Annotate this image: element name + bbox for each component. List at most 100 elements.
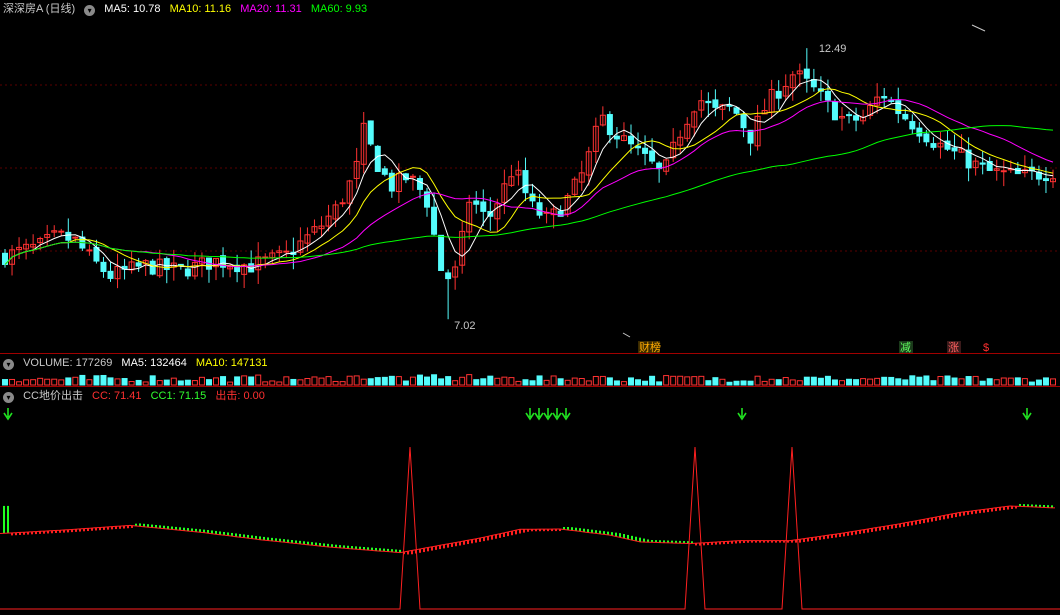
volume-bar bbox=[810, 376, 817, 386]
cc-panel[interactable]: ▾ CC地价出击 CC: 71.41 CC1: 71.15 出击: 0.00 bbox=[0, 387, 1060, 615]
candle-body bbox=[909, 121, 916, 130]
candle-body bbox=[100, 261, 107, 273]
ma-line-ma60 bbox=[4, 125, 1054, 265]
volume-bar bbox=[944, 375, 951, 386]
arrow-down-icon bbox=[1022, 408, 1032, 421]
volume-bar bbox=[1035, 379, 1042, 386]
volume-bar bbox=[627, 377, 634, 386]
candle-body bbox=[65, 231, 72, 241]
cc-chart[interactable] bbox=[0, 387, 1060, 615]
volume-bar bbox=[874, 377, 881, 386]
volume-bar bbox=[114, 378, 121, 386]
collapse-toggle-icon[interactable]: ▾ bbox=[3, 392, 14, 403]
volume-bar bbox=[599, 375, 606, 386]
volume-ma10-label: MA10: 147131 bbox=[195, 357, 268, 369]
volume-bar bbox=[592, 375, 599, 386]
volume-bar bbox=[768, 378, 775, 386]
candle-body bbox=[881, 95, 888, 99]
volume-bar bbox=[726, 381, 733, 386]
candle-body bbox=[923, 133, 930, 143]
candle-body bbox=[1000, 170, 1007, 173]
low-pointer bbox=[622, 332, 631, 338]
volume-bar bbox=[1000, 377, 1007, 386]
volume-bar bbox=[262, 381, 269, 386]
arrow-down-icon bbox=[543, 408, 553, 421]
volume-bar bbox=[951, 377, 958, 386]
candle-body bbox=[649, 150, 656, 162]
candle-body bbox=[107, 270, 114, 279]
volume-bar bbox=[909, 375, 916, 386]
volume-bar bbox=[705, 380, 712, 386]
candle-body bbox=[367, 120, 374, 145]
event-s-label[interactable]: $ bbox=[983, 342, 989, 353]
price-chart[interactable]: 12.49 7.02 财榜 减 涨 $ bbox=[0, 0, 1060, 353]
volume-bar bbox=[311, 376, 318, 386]
candle-body bbox=[473, 200, 480, 205]
volume-bar bbox=[128, 381, 135, 386]
volume-bar bbox=[276, 381, 283, 386]
candle-body bbox=[853, 115, 860, 121]
candle-body bbox=[522, 170, 529, 194]
candle-body bbox=[381, 168, 388, 175]
volume-bar bbox=[585, 380, 592, 386]
volume-bar bbox=[494, 377, 501, 386]
candle-body bbox=[72, 236, 79, 239]
volume-bar bbox=[1028, 381, 1035, 386]
candle-body bbox=[831, 101, 838, 121]
volume-bar bbox=[220, 376, 227, 386]
collapse-toggle-icon[interactable]: ▾ bbox=[3, 359, 14, 370]
volume-bar bbox=[367, 378, 374, 386]
price-panel[interactable]: 深深房A (日线) ▾ MA5: 10.78 MA10: 11.16 MA20:… bbox=[0, 0, 1060, 354]
candle-body bbox=[135, 262, 142, 267]
volume-bar bbox=[754, 375, 761, 386]
volume-bar bbox=[381, 376, 388, 386]
volume-bar bbox=[51, 378, 58, 386]
candle-body bbox=[803, 68, 810, 79]
volume-panel[interactable]: ▾ VOLUME: 177269 MA5: 132464 MA10: 14713… bbox=[0, 354, 1060, 387]
candle-body bbox=[149, 260, 156, 275]
candle-body bbox=[86, 249, 93, 252]
volume-bar bbox=[156, 380, 163, 386]
candle-body bbox=[747, 129, 754, 144]
volume-bar bbox=[543, 379, 550, 386]
volume-bar bbox=[979, 380, 986, 386]
arrow-down-icon bbox=[561, 408, 571, 421]
volume-bar bbox=[803, 376, 810, 386]
cc-legend: ▾ CC地价出击 CC: 71.41 CC1: 71.15 出击: 0.00 bbox=[3, 389, 271, 404]
volume-bar bbox=[860, 378, 867, 386]
volume-bar bbox=[930, 380, 937, 386]
volume-bar bbox=[79, 374, 86, 386]
volume-bar bbox=[255, 374, 262, 386]
volume-bar bbox=[360, 378, 367, 386]
volume-bar bbox=[635, 379, 642, 386]
volume-bar bbox=[402, 380, 409, 386]
candle-body bbox=[374, 145, 381, 172]
cc-value-label: CC: 71.41 bbox=[92, 390, 142, 402]
candle-body bbox=[895, 100, 902, 115]
candle-body bbox=[283, 250, 290, 253]
volume-bar bbox=[23, 379, 30, 386]
volume-bar bbox=[424, 376, 431, 386]
stock-title[interactable]: 深深房A (日线) bbox=[3, 3, 75, 15]
volume-bar bbox=[937, 375, 944, 386]
volume-bar bbox=[733, 380, 740, 386]
collapse-toggle-icon[interactable]: ▾ bbox=[84, 5, 96, 16]
candle-body bbox=[642, 147, 649, 154]
arrow-down-icon bbox=[3, 408, 13, 421]
volume-bar bbox=[606, 377, 613, 386]
volume-bar bbox=[775, 379, 782, 386]
volume-bar bbox=[283, 376, 290, 386]
volume-bar bbox=[782, 377, 789, 386]
volume-bar bbox=[923, 375, 930, 386]
volume-bar bbox=[37, 377, 44, 386]
candle-body bbox=[606, 114, 613, 136]
volume-bar bbox=[663, 375, 670, 386]
cc1-value-label: CC1: 71.15 bbox=[150, 390, 207, 402]
candle-body bbox=[705, 100, 712, 104]
candles bbox=[2, 48, 1056, 320]
volume-bar bbox=[346, 375, 353, 386]
volume-bar bbox=[965, 376, 972, 386]
candle-body bbox=[726, 104, 733, 107]
volume-bar bbox=[480, 378, 487, 386]
candle-body bbox=[480, 201, 487, 212]
